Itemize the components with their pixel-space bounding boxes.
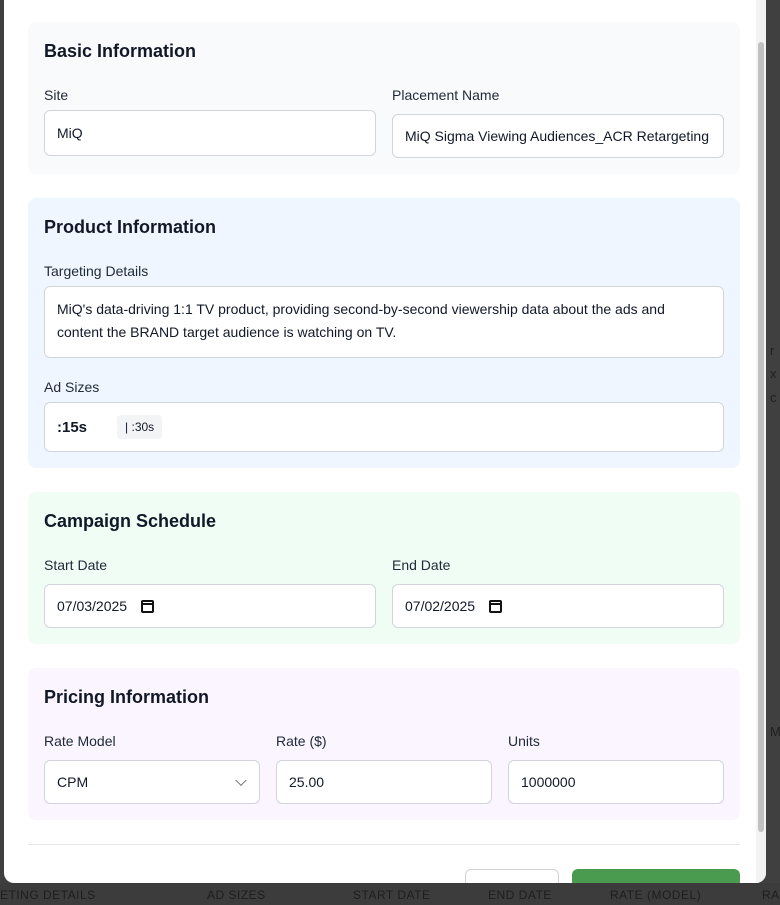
rate-model-value: CPM: [57, 774, 89, 790]
calendar-icon[interactable]: [141, 599, 155, 613]
section-title: Basic Information: [44, 41, 197, 61]
end-date-input[interactable]: 07/02/2025: [392, 584, 724, 628]
rate-label: Rate ($): [276, 733, 327, 749]
targeting-details-label: Targeting Details: [44, 263, 149, 279]
background-text: r: [770, 343, 775, 358]
basic-information-section: Basic Information Site MiQ Placement Nam…: [28, 22, 740, 174]
rate-input[interactable]: 25.00: [276, 760, 492, 804]
ad-size-value: :15s: [57, 418, 88, 436]
ad-size-chip[interactable]: | :30s: [117, 415, 163, 439]
start-date-value: 07/03/2025: [57, 598, 128, 614]
chevron-down-icon: [235, 774, 247, 787]
ad-sizes-input[interactable]: :15s | :30s: [44, 402, 724, 452]
targeting-details-textarea[interactable]: MiQ's data-driving 1:1 TV product, provi…: [44, 286, 724, 358]
end-date-label: End Date: [392, 557, 451, 573]
placement-edit-modal: Basic Information Site MiQ Placement Nam…: [4, 0, 766, 883]
placement-name-input[interactable]: MiQ Sigma Viewing Audiences_ACR Retarget…: [392, 114, 724, 158]
section-title: Pricing Information: [44, 687, 210, 707]
site-input[interactable]: MiQ: [44, 110, 376, 156]
start-date-label: Start Date: [44, 557, 108, 573]
save-button[interactable]: [572, 869, 740, 883]
product-information-section: Product Information Targeting Details Mi…: [28, 198, 740, 468]
background-text: c: [770, 390, 777, 405]
start-date-input[interactable]: 07/03/2025: [44, 584, 376, 628]
section-title: Campaign Schedule: [44, 511, 217, 531]
placement-name-label: Placement Name: [392, 87, 500, 103]
pricing-information-section: Pricing Information Rate Model CPM Rate …: [28, 668, 740, 820]
scrollbar[interactable]: [756, 0, 766, 883]
background-text: M: [770, 724, 780, 739]
calendar-icon[interactable]: [489, 599, 503, 613]
column-header: END DATE: [488, 888, 552, 902]
background-text: x: [770, 366, 777, 381]
site-label: Site: [44, 87, 69, 103]
scrollbar-thumb[interactable]: [758, 42, 764, 832]
column-header: ETING DETAILS: [0, 888, 96, 902]
section-title: Product Information: [44, 217, 216, 237]
column-header: RA: [762, 888, 780, 902]
column-header: RATE (MODEL): [610, 888, 702, 902]
cancel-button[interactable]: [465, 869, 559, 883]
units-label: Units: [508, 733, 540, 749]
column-header: AD SIZES: [207, 888, 266, 902]
end-date-value: 07/02/2025: [405, 598, 476, 614]
rate-model-label: Rate Model: [44, 733, 116, 749]
column-header: START DATE: [353, 888, 431, 902]
campaign-schedule-section: Campaign Schedule Start Date 07/03/2025 …: [28, 492, 740, 644]
rate-model-select[interactable]: CPM: [44, 760, 260, 804]
ad-sizes-label: Ad Sizes: [44, 379, 100, 395]
footer-divider: [28, 844, 740, 845]
units-input[interactable]: 1000000: [508, 760, 724, 804]
background-page: [766, 0, 780, 905]
